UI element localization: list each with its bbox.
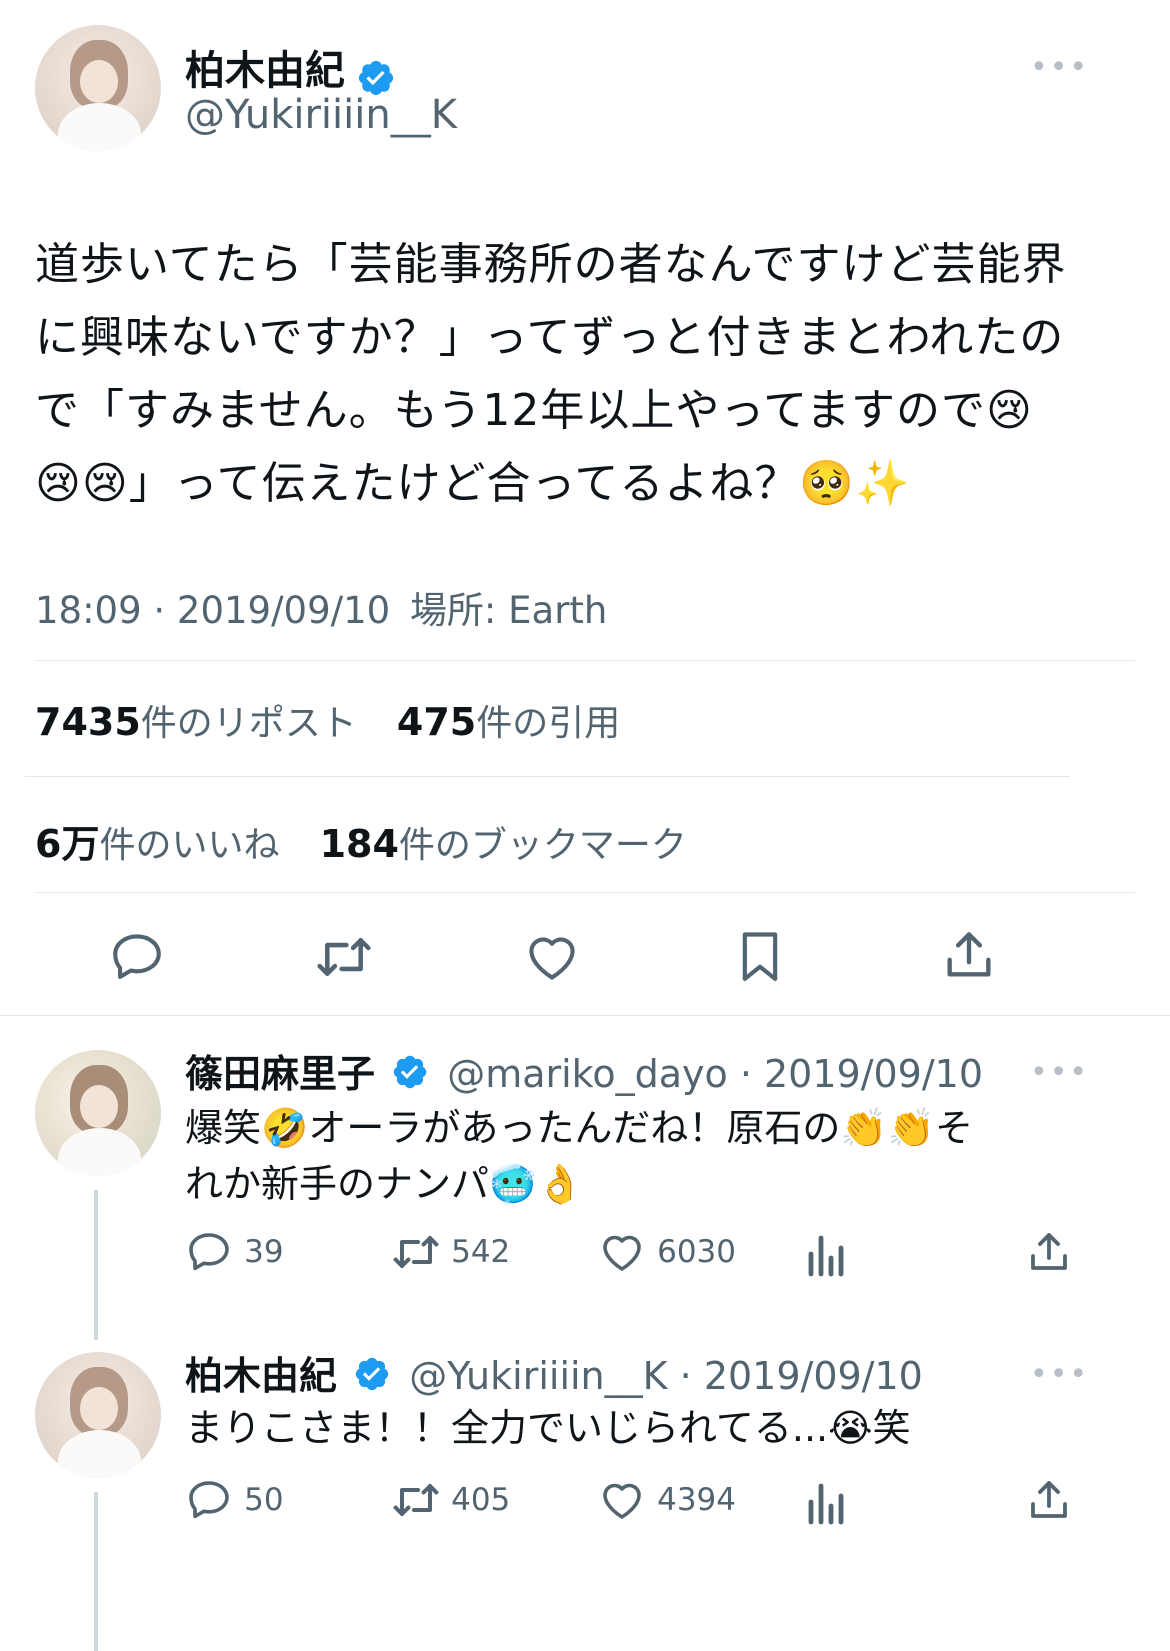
stats-row-reposts: 7435件のリポスト 475件の引用 xyxy=(35,694,620,746)
repost-count: 405 xyxy=(451,1482,511,1518)
tweet-location[interactable]: 場所: Earth xyxy=(410,589,607,632)
bookmarks-count: 184 xyxy=(319,822,399,866)
like-button[interactable]: 6030 xyxy=(598,1228,736,1276)
reply-button[interactable]: 50 xyxy=(185,1476,284,1524)
tweet-text-line: 😢😢」って伝えたけど合ってるよね？🥺✨ xyxy=(35,458,911,509)
reply-avatar[interactable] xyxy=(35,1352,161,1478)
author-name-row: 柏木由紀 xyxy=(185,38,396,95)
thread-line xyxy=(94,1492,98,1651)
verified-badge-icon xyxy=(353,1355,391,1402)
reply-actions: 50 405 4394 xyxy=(185,1476,1085,1532)
repost-button[interactable]: 542 xyxy=(390,1228,510,1276)
share-icon[interactable] xyxy=(1025,1476,1073,1528)
divider xyxy=(25,776,1070,777)
likes-stat[interactable]: 6万件のいいね xyxy=(35,822,292,866)
reply-header: 柏木由紀 @Yukiriiiin__K · 2019/09/10 xyxy=(185,1345,923,1399)
reply-count: 50 xyxy=(244,1482,284,1518)
divider xyxy=(0,1015,1170,1016)
like-icon[interactable] xyxy=(523,928,581,986)
reply-date[interactable]: · 2019/09/10 xyxy=(740,1052,983,1096)
reply-header: 篠田麻里子 @mariko_dayo · 2019/09/10 xyxy=(185,1043,983,1097)
like-icon xyxy=(603,1483,641,1519)
more-icon[interactable]: ••• xyxy=(1030,1357,1089,1392)
bookmark-icon[interactable] xyxy=(732,926,788,986)
reply-icon xyxy=(189,1233,229,1271)
reply-icon xyxy=(189,1481,229,1519)
reply-text-line: まりこさま！！全力でいじられてる...😭笑 xyxy=(185,1406,911,1450)
reposts-label: 件のリポスト xyxy=(140,703,357,744)
like-count: 4394 xyxy=(657,1482,736,1518)
stats-row-likes: 6万件のいいね 184件のブックマーク xyxy=(35,813,687,868)
quotes-count: 475 xyxy=(396,700,477,744)
tweet-text-line: に興味ないですか？」ってずっと付きまとわれたの xyxy=(35,312,1065,363)
reply-actions: 39 542 6030 xyxy=(185,1228,1085,1284)
reply-text: まりこさま！！全力でいじられてる...😭笑 xyxy=(185,1400,1085,1456)
repost-icon xyxy=(393,1236,439,1268)
reply-text-line: れか新手のナンパ🥶👌 xyxy=(185,1162,584,1206)
views-icon[interactable] xyxy=(805,1230,849,1282)
reposts-count: 7435 xyxy=(35,700,141,744)
repost-icon[interactable] xyxy=(313,928,375,986)
views-icon[interactable] xyxy=(805,1478,849,1530)
tweet-text-line: 道歩いてたら「芸能事務所の者なんですけど芸能界 xyxy=(35,239,1067,290)
quotes-stat[interactable]: 475件の引用 xyxy=(397,700,620,744)
like-icon xyxy=(603,1235,641,1271)
repost-icon xyxy=(393,1484,439,1516)
reply-text: 爆笑🤣オーラがあったんだね！原石の👏👏そ れか新手のナンパ🥶👌 xyxy=(185,1100,1085,1212)
author-handle[interactable]: @Yukiriiiin__K xyxy=(185,92,457,138)
author-name[interactable]: 柏木由紀 xyxy=(185,48,345,94)
share-icon[interactable] xyxy=(940,926,998,984)
author-avatar[interactable] xyxy=(35,25,161,151)
reply-button[interactable]: 39 xyxy=(185,1228,284,1276)
reply-icon[interactable] xyxy=(108,928,166,986)
divider xyxy=(35,660,1135,661)
thread-line xyxy=(94,1190,98,1340)
reply-count: 39 xyxy=(244,1234,284,1270)
tweet-text: 道歩いてたら「芸能事務所の者なんですけど芸能界 に興味ないですか？」ってずっと付… xyxy=(35,228,1145,520)
share-icon[interactable] xyxy=(1025,1228,1073,1280)
reposts-stat[interactable]: 7435件のリポスト xyxy=(35,700,369,744)
like-count: 6030 xyxy=(657,1234,736,1270)
reply-author-handle[interactable]: @mariko_dayo xyxy=(447,1052,728,1096)
repost-count: 542 xyxy=(451,1234,511,1270)
quotes-label: 件の引用 xyxy=(476,703,621,744)
reply-author-name[interactable]: 柏木由紀 xyxy=(185,1354,337,1398)
reply-author-handle[interactable]: @Yukiriiiin__K xyxy=(409,1354,667,1398)
repost-button[interactable]: 405 xyxy=(390,1476,510,1524)
more-icon[interactable]: ••• xyxy=(1030,50,1089,85)
tweet-text-line: で「すみません。もう12年以上やってますので😢 xyxy=(35,385,1033,436)
divider xyxy=(35,892,1135,893)
tweet-timestamp[interactable]: 18:09 · 2019/09/10 xyxy=(35,589,390,632)
verified-badge-icon xyxy=(391,1053,429,1100)
bookmarks-stat[interactable]: 184件のブックマーク xyxy=(320,822,687,866)
likes-count: 6万 xyxy=(35,822,100,866)
reply-avatar[interactable] xyxy=(35,1050,161,1176)
reply-date[interactable]: · 2019/09/10 xyxy=(680,1354,923,1398)
like-button[interactable]: 4394 xyxy=(598,1476,736,1524)
bookmarks-label: 件のブックマーク xyxy=(398,825,687,866)
likes-label: 件のいいね xyxy=(99,825,280,866)
reply-author-name[interactable]: 篠田麻里子 xyxy=(185,1052,375,1096)
more-icon[interactable]: ••• xyxy=(1030,1055,1089,1090)
tweet-meta: 18:09 · 2019/09/10 場所: Earth xyxy=(35,580,607,634)
reply-text-line: 爆笑🤣オーラがあったんだね！原石の👏👏そ xyxy=(185,1106,973,1150)
